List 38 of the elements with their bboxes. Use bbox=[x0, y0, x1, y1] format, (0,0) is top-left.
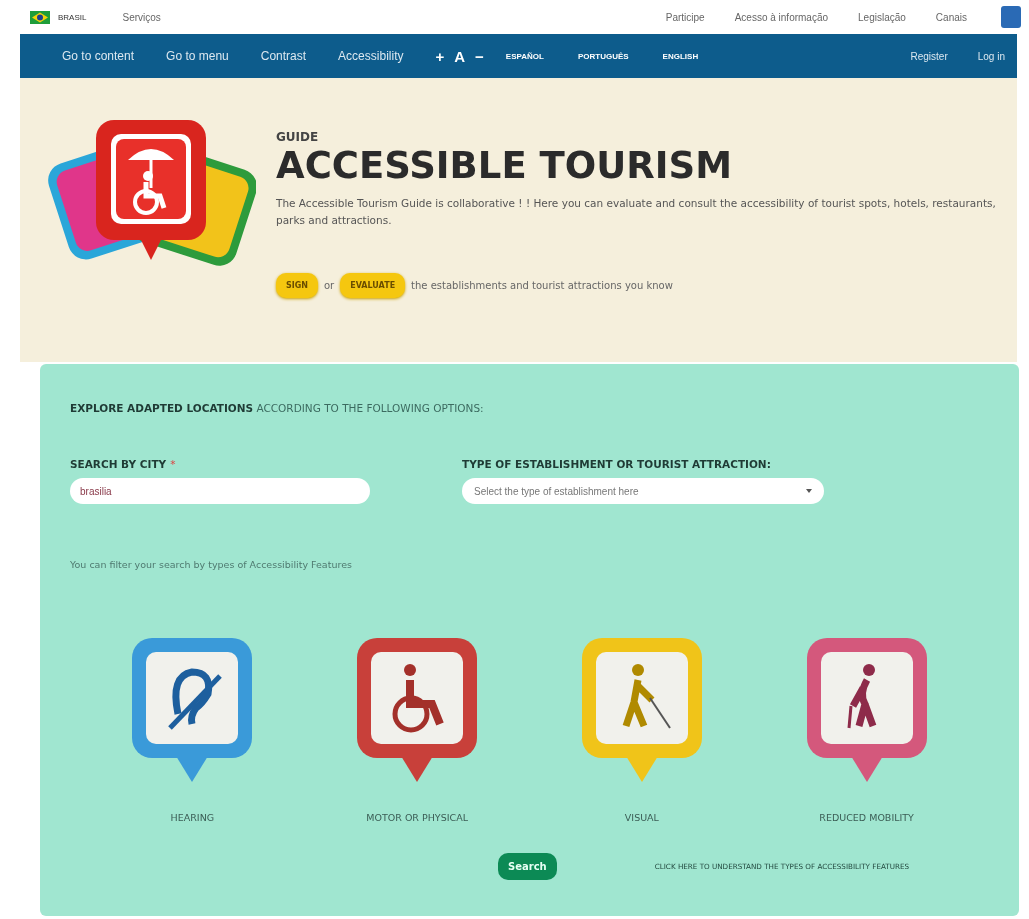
filter-hint-text: You can filter your search by types of Accessibility Features bbox=[70, 559, 353, 570]
flag-icon bbox=[30, 10, 50, 24]
account-link[interactable]: Register bbox=[910, 50, 948, 62]
language-link[interactable]: PORTUGUÊS bbox=[577, 51, 629, 61]
type-dropdown[interactable]: Select the type of establishment here bbox=[462, 478, 824, 504]
type-label: TYPE OF ESTABLISHMENT OR TOURIST ATTRACTION: bbox=[462, 458, 772, 470]
call-to-action-text: the establishments and tourist attractions you know bbox=[411, 280, 673, 291]
city-field[interactable]: brasilia bbox=[70, 478, 370, 504]
country-label[interactable]: BRASIL bbox=[58, 12, 87, 22]
account-link[interactable]: Log in bbox=[977, 50, 1005, 62]
or-text: or bbox=[324, 280, 335, 291]
sign-button[interactable]: SIGN bbox=[276, 273, 318, 298]
feature-label: MOTOR OR PHYSICAL bbox=[366, 812, 468, 823]
explore-heading: EXPLORE ADAPTED LOCATIONS ACCORDING TO THE FOLLOWING OPTIONS: bbox=[70, 401, 485, 414]
services-link[interactable]: Serviços bbox=[122, 11, 161, 23]
feature-label: REDUCED MOBILITY bbox=[819, 812, 914, 823]
feature-label: HEARING bbox=[170, 812, 215, 823]
nav-link[interactable]: Accessibility bbox=[338, 49, 404, 63]
page-title: ACCESSIBLE TOURISM bbox=[276, 144, 733, 187]
caret-icon bbox=[806, 489, 812, 493]
evaluate-button[interactable]: EVALUATE bbox=[340, 273, 406, 298]
city-label: SEARCH BY CITY * bbox=[70, 458, 177, 470]
font-size-control[interactable]: A bbox=[454, 47, 466, 65]
search-button[interactable]: Search bbox=[498, 853, 557, 880]
guide-kicker: GUIDE bbox=[276, 130, 320, 144]
feature-label: VISUAL bbox=[624, 812, 659, 823]
nav-link[interactable]: Contrast bbox=[260, 49, 307, 63]
nav-link[interactable]: Go to menu bbox=[166, 49, 229, 63]
font-size-control[interactable]: − bbox=[475, 47, 484, 65]
language-link[interactable]: ENGLISH bbox=[662, 51, 699, 61]
gov-link[interactable]: Legislação bbox=[858, 11, 906, 23]
gov-link[interactable]: Acesso à informação bbox=[734, 11, 829, 23]
gov-link[interactable]: Canais bbox=[935, 11, 967, 23]
gov-link[interactable]: Participe bbox=[665, 11, 705, 23]
description-text: The Accessible Tourism Guide is collaborative ! ! Here you can evaluate and consult the accessibility of tourist spots, hotels, restaurants, parks and attractions. bbox=[276, 196, 997, 228]
font-size-control[interactable]: + bbox=[435, 47, 445, 65]
nav-link[interactable]: Go to content bbox=[62, 49, 135, 63]
language-link[interactable]: ESPAÑOL bbox=[505, 51, 544, 61]
